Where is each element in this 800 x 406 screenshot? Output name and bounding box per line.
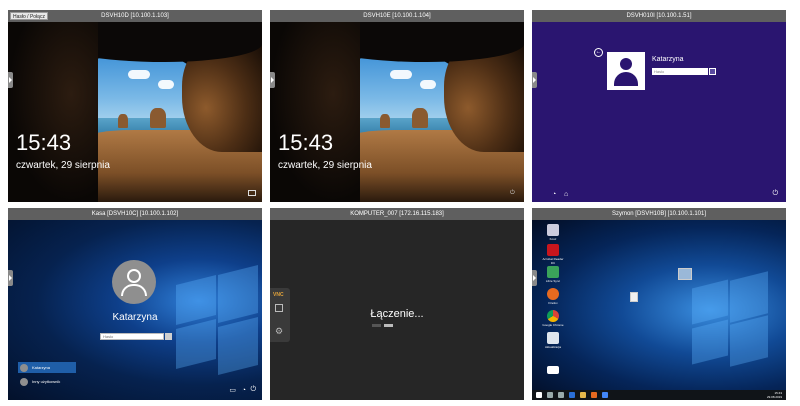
vnc-tile-4[interactable]: Kasa [DSVH10C] [10.100.1.102] Katarzyna … (8, 208, 262, 400)
vnc-tile-3[interactable]: DSVH010I [10.100.1.51] ← Katarzyna Hasło… (532, 10, 786, 202)
lockscreen-time: 15:43 (16, 130, 72, 155)
user-option-label: Inny użytkownik (32, 379, 61, 384)
vnc-logo: VNC (273, 292, 284, 298)
user-avatar (607, 52, 645, 90)
desktop-icon-sync[interactable]: Libre Sync (540, 266, 566, 283)
power-icon[interactable]: ⏻ (510, 190, 518, 196)
lockscreen-time: 15:43 (278, 130, 334, 155)
remote-screen[interactable]: Katarzyna Hasło Katarzyna Inny użytkowni… (8, 220, 262, 400)
network-icon[interactable] (248, 190, 256, 196)
remote-screen[interactable]: Kosz Acrobat Reader DC Libre Sync Firefo… (532, 220, 786, 400)
network-icon[interactable]: ▭ (229, 386, 236, 394)
vnc-tile-6[interactable]: Szymon [DSVH10B] [10.100.1.101] Kosz Acr… (532, 208, 786, 400)
chrome-taskbar-icon[interactable] (602, 392, 608, 398)
side-panel-handle[interactable] (532, 270, 537, 286)
taskbar: 15:43 29.08.2019 (532, 390, 786, 400)
progress-dot (384, 324, 393, 327)
rock-stack (150, 108, 166, 128)
cloud (128, 70, 150, 79)
desktop-icon-recycle-bin[interactable]: Kosz (540, 224, 566, 241)
search-icon[interactable] (547, 392, 553, 398)
explorer-icon[interactable] (580, 392, 586, 398)
power-icon[interactable]: ⏻ (250, 386, 256, 394)
screenshot-icon[interactable] (275, 304, 283, 312)
taskbar-clock: 15:43 29.08.2019 (767, 391, 782, 399)
tile-titlebar: KOMPUTER_007 [172.16.115.183] (270, 208, 524, 220)
desktop-icon-blank[interactable] (540, 366, 566, 375)
vnc-tile-5[interactable]: KOMPUTER_007 [172.16.115.183] Łączenie..… (270, 208, 524, 400)
rock-stack (380, 114, 390, 128)
cloud (420, 80, 436, 89)
desktop-icon-firefox[interactable]: Firefox (540, 288, 566, 305)
remote-screen[interactable]: 15:43 czwartek, 29 sierpnia (8, 22, 262, 202)
vnc-tile-1[interactable]: DSVH10D [10.100.1.103] Hasło / Połącz 15… (8, 10, 262, 202)
user-name: Katarzyna (112, 312, 158, 323)
desktop-icon-label: Google Chrome (542, 323, 564, 327)
side-panel-handle[interactable] (532, 72, 537, 88)
login-background (532, 22, 786, 202)
rock-stack (412, 108, 428, 128)
tile-titlebar: Kasa [DSVH10C] [10.100.1.102] (8, 208, 262, 220)
submit-button[interactable] (165, 333, 172, 340)
cloud (390, 70, 412, 79)
tile-titlebar: DSVH10E [10.100.1.104] (270, 10, 524, 22)
rock-stack (118, 114, 128, 128)
gear-icon[interactable]: ⚙ (275, 326, 283, 337)
remote-screen[interactable]: ← Katarzyna Hasło ◔ ⌂ ⏻ (532, 22, 786, 202)
task-view-icon[interactable] (558, 392, 564, 398)
cloud (158, 80, 174, 89)
desktop-icon-chrome[interactable]: Google Chrome (540, 310, 566, 327)
clock-date: 29.08.2019 (766, 395, 782, 399)
desktop-icon-label: Libre Sync (545, 279, 561, 283)
password-connect-button[interactable]: Hasło / Połącz (10, 12, 48, 20)
desktop-icon-label: Acrobat Reader DC (542, 257, 564, 265)
remote-screen[interactable]: 15:43 czwartek, 29 sierpnia ⏻ (270, 22, 524, 202)
desktop-icon-update[interactable]: Aktualizacja (540, 332, 566, 349)
edge-icon[interactable] (569, 392, 575, 398)
side-panel-handle[interactable] (8, 72, 13, 88)
desktop-icon-acrobat[interactable]: Acrobat Reader DC (540, 244, 566, 265)
ease-of-access-icon[interactable]: ◔ (552, 191, 556, 198)
side-panel-handle[interactable] (270, 72, 275, 88)
power-icon[interactable]: ⏻ (772, 190, 778, 198)
user-option-katarzyna[interactable]: Katarzyna (18, 362, 76, 373)
ease-of-access-icon[interactable]: ◔ (242, 387, 246, 394)
firefox-taskbar-icon[interactable] (591, 392, 597, 398)
lockscreen-date: czwartek, 29 sierpnia (278, 160, 372, 171)
user-name: Katarzyna (652, 56, 684, 63)
tile-titlebar: Szymon [DSVH10B] [10.100.1.101] (532, 208, 786, 220)
selected-file-icon[interactable] (678, 268, 692, 280)
network-icon[interactable]: ⌂ (564, 191, 568, 198)
user-option-other[interactable]: Inny użytkownik (18, 376, 76, 387)
lockscreen-date: czwartek, 29 sierpnia (16, 160, 110, 171)
user-avatar (112, 260, 156, 304)
desktop-icon-label: Firefox (548, 301, 558, 305)
tile-titlebar: DSVH010I [10.100.1.51] (532, 10, 786, 22)
cave-rock (270, 22, 360, 202)
user-option-label: Katarzyna (32, 365, 51, 370)
start-icon[interactable] (536, 392, 542, 398)
vnc-tile-2[interactable]: DSVH10E [10.100.1.104] 15:43 czwartek, 2… (270, 10, 524, 202)
connecting-status: Łączenie... (370, 308, 424, 320)
password-input[interactable]: Hasło (100, 333, 164, 340)
remote-screen[interactable]: Łączenie... VNC ⚙ (270, 220, 524, 400)
progress-dot (372, 324, 381, 327)
file-icon[interactable] (630, 292, 638, 302)
desktop-icon-label: Aktualizacja (544, 345, 561, 349)
side-panel-handle[interactable] (8, 270, 13, 286)
password-input[interactable]: Hasło (652, 68, 708, 75)
submit-button[interactable] (709, 68, 716, 75)
vnc-side-panel[interactable]: VNC ⚙ (270, 288, 290, 342)
desktop-icon-label: Kosz (549, 237, 557, 241)
windows-logo-pane (218, 317, 258, 375)
cave-rock (8, 22, 98, 202)
back-arrow-icon[interactable]: ← (594, 48, 603, 57)
